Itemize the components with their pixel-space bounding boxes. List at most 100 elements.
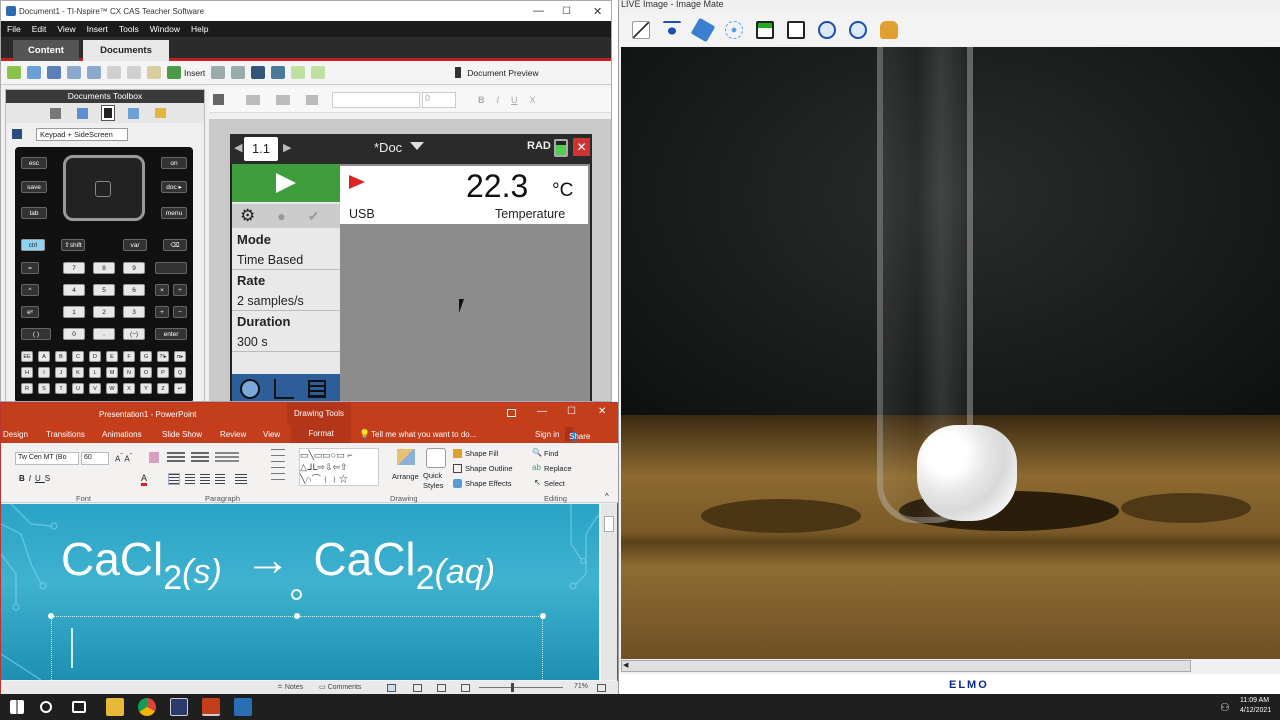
settings-gear-icon[interactable]: ⚙	[240, 206, 255, 226]
setting-mode-value[interactable]: Time Based	[232, 250, 340, 270]
menu-file[interactable]: File	[7, 24, 21, 34]
key-letter[interactable]: K	[72, 367, 84, 378]
comments-button[interactable]: ▭ Comments	[319, 683, 361, 691]
key-letter[interactable]: Y	[140, 383, 152, 394]
setting-duration-value[interactable]: 300 s	[232, 332, 340, 352]
shape-fill-icon[interactable]	[453, 449, 462, 458]
copy-icon[interactable]	[127, 66, 141, 79]
font-size-box[interactable]: 60	[81, 452, 109, 465]
capture-icon[interactable]	[231, 66, 246, 79]
key-letter[interactable]: F	[123, 351, 135, 362]
share-button[interactable]: 👤 Share	[565, 427, 590, 441]
key-letter[interactable]: G	[140, 351, 152, 362]
save-icon[interactable]	[47, 66, 61, 79]
start-collection-button[interactable]	[232, 164, 340, 202]
quick-styles-button[interactable]: Quick Styles	[423, 471, 451, 491]
key-letter[interactable]: Q	[174, 367, 186, 378]
prev-page-icon[interactable]: ◀	[234, 141, 242, 154]
key-letter[interactable]: EE	[21, 351, 33, 362]
rotate-handle-icon[interactable]	[291, 589, 302, 600]
layout-icon[interactable]	[271, 66, 286, 79]
tab-documents[interactable]: Documents	[83, 40, 169, 61]
menu-edit[interactable]: Edit	[32, 24, 47, 34]
shapes-gallery[interactable]: ▭╲▭▭○▭ ⌐ △ᒧᒪ⇨⇩⇦⇧ ╲∩⌒﹛﹜☆	[299, 448, 379, 486]
numbering-icon[interactable]	[191, 452, 209, 464]
normal-view-icon[interactable]	[387, 684, 396, 692]
replace-icon[interactable]: ab	[532, 463, 541, 472]
key-divide[interactable]: ÷	[173, 284, 187, 296]
key-ctrl[interactable]: ctrl	[21, 239, 45, 251]
key-delete[interactable]: ⌫	[163, 239, 187, 251]
key-letter[interactable]: D	[89, 351, 101, 362]
key-letter[interactable]: C	[72, 351, 84, 362]
page-sorter-icon[interactable]	[77, 107, 88, 119]
new-doc-icon[interactable]	[7, 66, 21, 79]
key-letter[interactable]: W	[106, 383, 118, 394]
redo-icon[interactable]	[87, 66, 101, 79]
key-equals[interactable]: =	[21, 262, 39, 274]
tab-animations[interactable]: Animations	[102, 430, 142, 439]
align-center-icon[interactable]	[185, 474, 195, 484]
key-letter[interactable]: A	[38, 351, 50, 362]
key-2[interactable]: 2	[93, 306, 115, 318]
point-icon[interactable]	[663, 21, 681, 39]
bullets-icon[interactable]	[167, 452, 185, 464]
clock-time[interactable]: 11:09 AM	[1240, 697, 1269, 704]
resize-handle-tc[interactable]	[294, 613, 300, 619]
key-letter[interactable]: ↵	[174, 383, 186, 394]
key-letter[interactable]: T	[55, 383, 67, 394]
align-right-icon[interactable]	[200, 474, 210, 484]
grow-font-icon[interactable]: Aˆ Aˇ	[115, 453, 132, 464]
tab-format[interactable]: Format	[291, 425, 351, 443]
find-icon[interactable]: 🔍	[532, 448, 542, 457]
italic-button[interactable]: I	[497, 95, 500, 105]
key-caret[interactable]: ^	[21, 284, 39, 296]
tab-view[interactable]: View	[263, 430, 280, 439]
key-letter[interactable]: M	[106, 367, 118, 378]
tell-me-box[interactable]: Tell me what you want to do...	[371, 430, 476, 439]
key-letter[interactable]: I	[38, 367, 50, 378]
justify-icon[interactable]	[215, 474, 225, 484]
tools-icon[interactable]	[50, 107, 61, 119]
table-view-icon[interactable]	[308, 380, 326, 398]
computer-icon[interactable]	[211, 66, 226, 79]
key-tab[interactable]: tab	[21, 207, 47, 219]
key-0[interactable]: 0	[63, 328, 85, 340]
shape-effects-button[interactable]: Shape Effects	[465, 479, 512, 488]
pointer-tool-icon[interactable]	[213, 94, 224, 105]
key-on[interactable]: on	[161, 157, 187, 169]
doc-dropdown-icon[interactable]	[410, 142, 424, 150]
font-name-box[interactable]: Tw Cen MT (Bo	[15, 452, 79, 465]
imagemate-app-icon[interactable]	[170, 698, 188, 716]
ppt-minimize-icon[interactable]: —	[537, 406, 547, 417]
zoom-out-icon[interactable]	[849, 21, 867, 39]
content-explorer-icon[interactable]	[155, 108, 166, 118]
hand-icon[interactable]	[880, 21, 898, 39]
key-letter[interactable]: H	[21, 367, 33, 378]
resize-handle-tr[interactable]	[540, 613, 546, 619]
key-7[interactable]: 7	[63, 262, 85, 274]
key-letter[interactable]: Z	[157, 383, 169, 394]
setting-rate-value[interactable]: 2 samples/s	[232, 291, 340, 311]
dots-icon[interactable]	[725, 21, 743, 39]
menu-insert[interactable]: Insert	[87, 24, 108, 34]
key-letter[interactable]: J	[55, 367, 67, 378]
quick-styles-icon[interactable]	[426, 448, 446, 468]
windows-start-icon[interactable]	[10, 700, 24, 714]
reading-view-icon[interactable]	[437, 684, 446, 692]
undo-icon[interactable]	[67, 66, 81, 79]
ppt-close-icon[interactable]: ✕	[598, 406, 606, 417]
line-color-icon[interactable]	[276, 94, 290, 105]
chrome-icon[interactable]	[138, 698, 156, 716]
key-doc[interactable]: doc ▸	[161, 181, 187, 193]
line-icon[interactable]	[632, 21, 650, 39]
zoom-thumb[interactable]	[511, 683, 514, 692]
scroll-thumb[interactable]	[604, 516, 614, 532]
indent-icon[interactable]	[215, 452, 239, 464]
key-letter[interactable]: π▸	[174, 351, 186, 362]
shape-outline-button[interactable]: Shape Outline	[465, 464, 513, 473]
live-camera-view[interactable]	[621, 47, 1280, 659]
close-icon[interactable]: ✕	[593, 5, 602, 18]
fit-slide-icon[interactable]	[597, 684, 606, 692]
fill-color-icon[interactable]	[246, 94, 260, 105]
